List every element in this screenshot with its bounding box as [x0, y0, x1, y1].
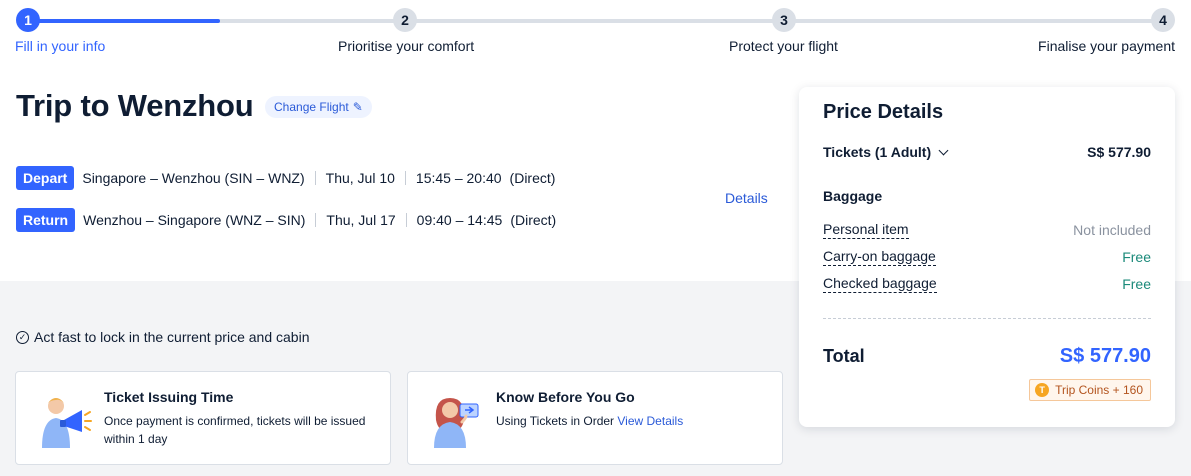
trip-coins-badge: T Trip Coins + 160: [1029, 379, 1151, 401]
flight-stops: (Direct): [510, 212, 557, 228]
stepper-progress-fill: [26, 19, 220, 23]
act-fast-notice: ✓ Act fast to lock in the current price …: [16, 329, 309, 345]
step-number-4: 4: [1151, 8, 1175, 32]
flight-route: Singapore – Wenzhou (SIN – WNZ): [82, 170, 305, 186]
depart-tag: Depart: [16, 166, 75, 190]
step-number-1: 1: [16, 8, 40, 32]
carry-on-label[interactable]: Carry-on baggage: [823, 248, 936, 266]
baggage-row-personal-item: Personal item Not included: [823, 221, 1151, 239]
baggage-heading: Baggage: [823, 188, 883, 204]
step-number-3: 3: [772, 8, 796, 32]
tickets-price: S$ 577.90: [1087, 144, 1151, 160]
woman-with-ticket-icon: [434, 398, 479, 448]
flight-row-return: Return Wenzhou – Singapore (WNZ – SIN) T…: [16, 208, 556, 232]
step-label-2: Prioritise your comfort: [338, 38, 475, 54]
trip-coins-label: Trip Coins + 160: [1055, 383, 1143, 397]
return-tag: Return: [16, 208, 76, 232]
baggage-row-carry-on: Carry-on baggage Free: [823, 248, 1151, 266]
flight-time: 09:40 – 14:45: [416, 212, 503, 228]
flight-details-link[interactable]: Details: [725, 190, 768, 206]
price-details-panel: Price Details Tickets (1 Adult) S$ 577.9…: [799, 87, 1175, 427]
view-details-link[interactable]: View Details: [617, 414, 683, 428]
card-title: Know Before You Go: [496, 389, 635, 405]
act-fast-text: Act fast to lock in the current price an…: [34, 329, 310, 345]
step-label-3: Protect your flight: [729, 38, 838, 54]
megaphone-person-icon: [42, 398, 92, 448]
flight-time: 15:45 – 20:40: [415, 170, 502, 186]
check-circle-icon: ✓: [16, 330, 29, 344]
divider: [405, 213, 407, 227]
flight-stops: (Direct): [509, 170, 556, 186]
tickets-toggle[interactable]: Tickets (1 Adult): [823, 144, 949, 160]
flight-date: Thu, Jul 17: [326, 212, 396, 228]
know-before-you-go-card: Know Before You Go Using Tickets in Orde…: [407, 371, 783, 465]
total-label: Total: [823, 346, 865, 366]
total-row: Total S$ 577.90: [823, 345, 1151, 368]
stepper-track: [26, 19, 1165, 23]
total-price: S$ 577.90: [1059, 345, 1151, 367]
card-text: Once payment is confirmed, tickets will …: [104, 414, 366, 446]
card-text-body: Using Tickets in Order: [496, 414, 615, 428]
price-details-title: Price Details: [823, 101, 944, 123]
checked-baggage-label[interactable]: Checked baggage: [823, 275, 937, 293]
coin-icon: T: [1035, 383, 1050, 397]
divider: [404, 171, 406, 185]
card-title: Ticket Issuing Time: [104, 389, 234, 405]
checked-baggage-status: Free: [1122, 276, 1151, 292]
baggage-row-checked: Checked baggage Free: [823, 275, 1151, 293]
tickets-label: Tickets (1 Adult): [823, 144, 932, 160]
step-label-1: Fill in your info: [15, 38, 106, 54]
step-label-4: Finalise your payment: [1038, 38, 1175, 54]
change-flight-label: Change Flight: [274, 100, 349, 114]
divider: [314, 171, 316, 185]
tickets-row[interactable]: Tickets (1 Adult) S$ 577.90: [823, 144, 1151, 160]
carry-on-status: Free: [1122, 249, 1151, 265]
trip-title: Trip to Wenzhou: [16, 88, 254, 123]
edit-pencil-icon: ✎: [352, 100, 363, 114]
step-number-2: 2: [393, 8, 417, 32]
ticket-issuing-card: Ticket Issuing Time Once payment is conf…: [15, 371, 391, 465]
chevron-down-icon: [938, 145, 949, 156]
change-flight-button[interactable]: Change Flight ✎: [265, 96, 372, 118]
divider: [823, 318, 1151, 319]
flight-route: Wenzhou – Singapore (WNZ – SIN): [83, 212, 306, 228]
flight-date: Thu, Jul 10: [325, 170, 395, 186]
card-text: Using Tickets in Order View Details: [496, 412, 766, 430]
personal-item-label[interactable]: Personal item: [823, 221, 909, 239]
divider: [315, 213, 317, 227]
progress-stepper: 1 Fill in your info 2 Prioritise your co…: [15, 8, 1175, 58]
flight-row-depart: Depart Singapore – Wenzhou (SIN – WNZ) T…: [16, 166, 555, 190]
personal-item-status: Not included: [1073, 222, 1151, 238]
